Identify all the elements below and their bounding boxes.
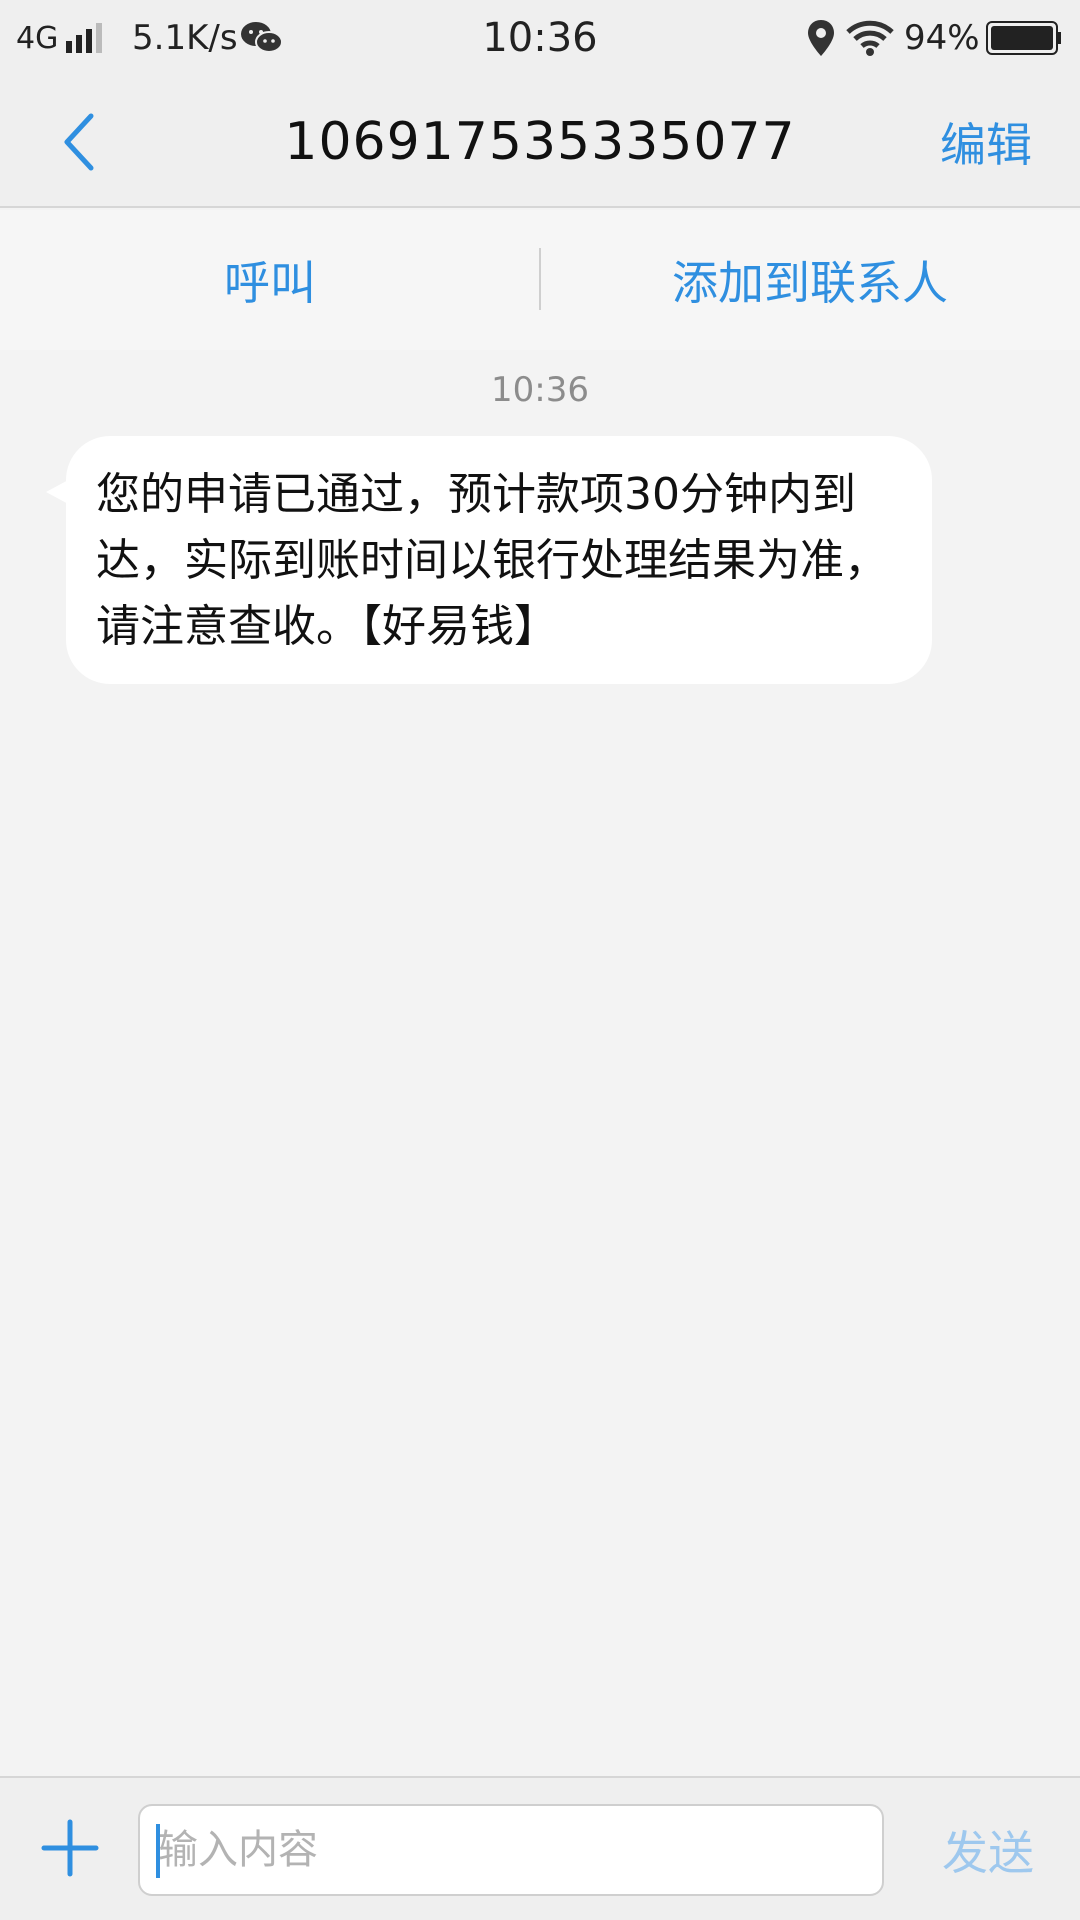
plus-icon <box>41 1819 99 1877</box>
contact-action-bar: 呼叫 添加到联系人 <box>0 210 1080 350</box>
message-input[interactable] <box>138 1804 884 1896</box>
sms-conversation-screen: 4G 5.1K/s 10:36 94% 106917535335077 编辑 呼… <box>0 0 1080 1920</box>
wifi-icon <box>846 0 894 76</box>
text-cursor <box>156 1824 160 1878</box>
call-button[interactable]: 呼叫 <box>0 210 540 350</box>
add-contact-button[interactable]: 添加到联系人 <box>540 210 1080 350</box>
conversation-title: 106917535335077 <box>284 112 796 172</box>
message-list[interactable]: 10:36 您的申请已通过，预计款项30分钟内到达，实际到账时间以银行处理结果为… <box>0 350 1080 1776</box>
edit-button[interactable]: 编辑 <box>940 76 1032 208</box>
status-bar: 4G 5.1K/s 10:36 94% <box>0 0 1080 76</box>
conversation-header: 106917535335077 编辑 <box>0 76 1080 208</box>
battery-icon <box>986 0 1062 76</box>
composer-bar: 发送 <box>0 1776 1080 1920</box>
add-attachment-button[interactable] <box>40 1818 100 1878</box>
battery-percent: 94% <box>904 18 980 58</box>
send-button[interactable]: 发送 <box>942 1778 1034 1920</box>
location-icon <box>808 0 834 76</box>
incoming-message-bubble[interactable]: 您的申请已通过，预计款项30分钟内到达，实际到账时间以银行处理结果为准，请注意查… <box>66 436 932 684</box>
message-timestamp: 10:36 <box>491 370 589 410</box>
